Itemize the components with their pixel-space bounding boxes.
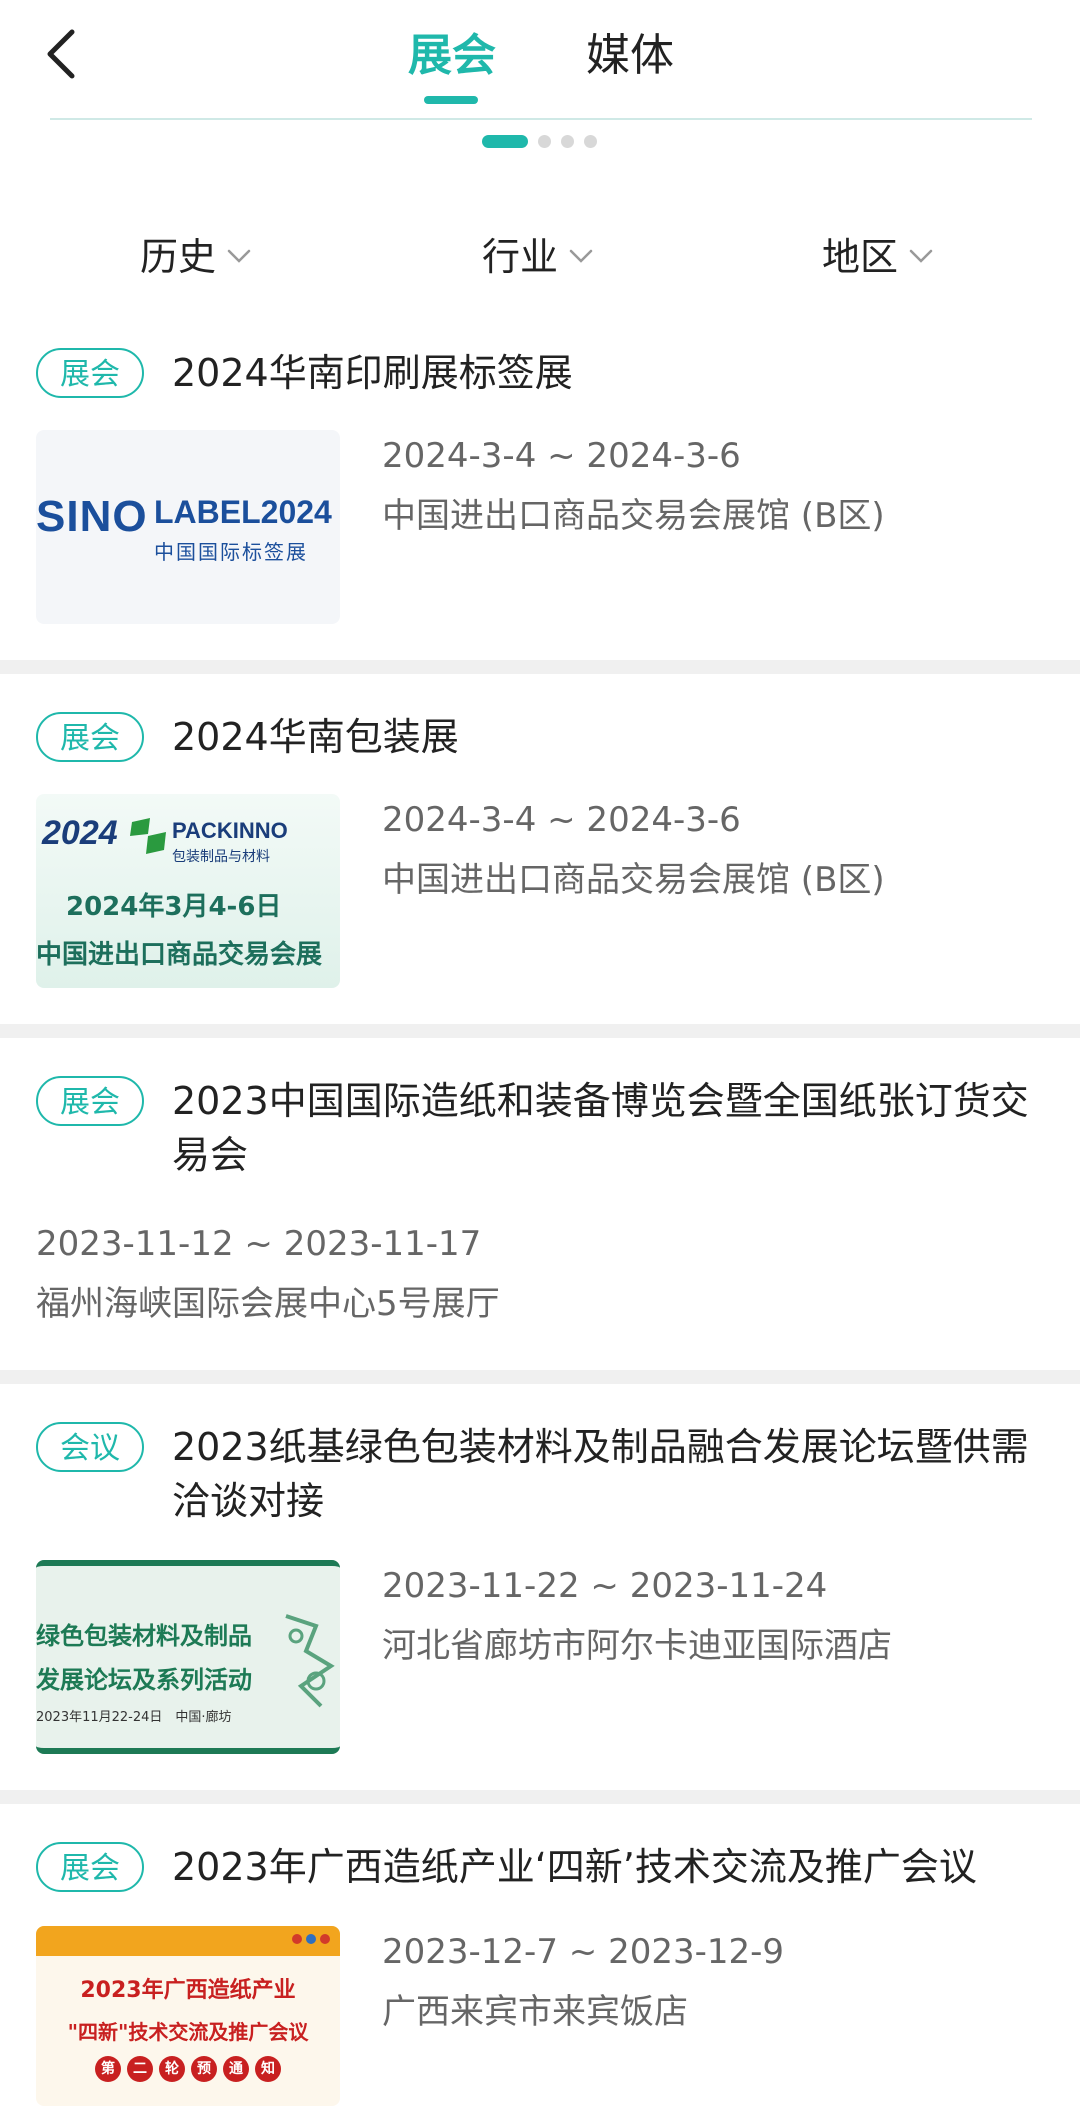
thumb-year: 2024 — [42, 814, 118, 852]
notice-chip: 二 — [127, 2056, 153, 2082]
card-separator — [0, 1790, 1080, 1804]
page-dot — [538, 134, 551, 148]
event-date: 2023-11-12 ~ 2023-11-17 — [36, 1224, 482, 1264]
back-button[interactable] — [40, 22, 84, 86]
event-venue: 中国进出口商品交易会展馆 (B区) — [382, 496, 885, 536]
packinno-logo-icon — [130, 818, 166, 854]
event-date: 2023-12-7 ~ 2023-12-9 — [382, 1932, 785, 1972]
top-bar: 展会 媒体 — [0, 0, 1080, 148]
event-date: 2024-3-4 ~ 2024-3-6 — [382, 800, 741, 840]
filter-region[interactable]: 地区 — [822, 222, 934, 284]
page-dot — [561, 134, 574, 148]
event-title: 2023中国国际造纸和装备博览会暨全国纸张订货交易会 — [172, 1079, 1029, 1177]
card-separator — [0, 1370, 1080, 1384]
event-title: 2023年广西造纸产业‘四新’技术交流及推广会议 — [172, 1845, 977, 1889]
event-thumbnail: SINO LABEL2024 中国国际标签展 — [36, 430, 340, 624]
header-divider — [50, 118, 1032, 120]
chevron-down-icon — [569, 249, 593, 263]
thumb-brand: PACKINNO — [172, 818, 288, 843]
filter-label: 地区 — [822, 234, 899, 279]
chevron-down-icon — [227, 249, 251, 263]
card-separator — [0, 660, 1080, 674]
notice-chip: 轮 — [159, 2056, 185, 2082]
notice-chip: 预 — [191, 2056, 217, 2082]
city-map-graphic-icon — [285, 1614, 335, 1708]
event-thumbnail: 绿色包装材料及制品 发展论坛及系列活动 2023年11月22-24日 中国·廊坊 — [36, 1560, 340, 1754]
thumb-subtitle: 中国国际标签展 — [154, 540, 308, 564]
event-card[interactable]: 展会 2023中国国际造纸和装备博览会暨全国纸张订货交易会 2023-11-12… — [0, 1038, 1080, 1370]
thumb-place: 中国进出口商品交易会展 — [36, 940, 323, 970]
thumb-brand-right: LABEL2024 — [154, 494, 332, 530]
thumb-line2: "四新"技术交流及推广会议 — [67, 2020, 309, 2044]
chevron-left-icon — [47, 29, 75, 79]
event-thumbnail: 2024 PACKINNO 包装制品与材料 2024年3月4-6日 中国进出口商… — [36, 794, 340, 988]
event-type-badge: 展会 — [36, 1842, 144, 1892]
event-title: 2024华南包装展 — [172, 715, 459, 759]
filter-industry[interactable]: 行业 — [482, 222, 594, 284]
thumb-dates: 2024年3月4-6日 — [66, 892, 282, 922]
event-venue: 中国进出口商品交易会展馆 (B区) — [382, 860, 885, 900]
thumb-notice-row: 第 二 轮 预 通 知 — [36, 2056, 340, 2082]
event-title: 2024华南印刷展标签展 — [172, 351, 573, 395]
page-indicator — [482, 134, 597, 148]
filter-label: 历史 — [140, 234, 217, 279]
notice-chip: 知 — [255, 2056, 281, 2082]
card-separator — [0, 1024, 1080, 1038]
event-venue: 河北省廊坊市阿尔卡迪亚国际酒店 — [382, 1626, 892, 1666]
notice-chip: 第 — [95, 2056, 121, 2082]
thumb-brand-sub: 包装制品与材料 — [172, 849, 270, 865]
event-date: 2024-3-4 ~ 2024-3-6 — [382, 436, 741, 476]
event-title: 2023纸基绿色包装材料及制品融合发展论坛暨供需洽谈对接 — [172, 1425, 1029, 1523]
active-tab-indicator — [424, 96, 478, 104]
event-card[interactable]: 展会 2023年广西造纸产业‘四新’技术交流及推广会议 2023年广西造纸产业 … — [0, 1804, 1080, 2106]
chevron-down-icon — [909, 249, 933, 263]
filter-history[interactable]: 历史 — [140, 222, 252, 284]
event-venue: 广西来宾市来宾饭店 — [382, 1992, 688, 2032]
filter-bar: 历史 行业 地区 — [0, 222, 1080, 284]
event-date: 2023-11-22 ~ 2023-11-24 — [382, 1566, 828, 1606]
page-dot-active — [482, 134, 528, 148]
event-thumbnail: 2023年广西造纸产业 "四新"技术交流及推广会议 第 二 轮 预 通 知 — [36, 1926, 340, 2106]
event-type-badge: 展会 — [36, 1076, 144, 1126]
tab-media[interactable]: 媒体 — [586, 28, 674, 84]
thumb-line3: 2023年11月22-24日 中国·廊坊 — [36, 1710, 232, 1725]
event-type-badge: 展会 — [36, 712, 144, 762]
thumb-brand-left: SINO — [36, 492, 148, 541]
notice-chip: 通 — [223, 2056, 249, 2082]
thumb-top-band — [36, 1926, 340, 1956]
event-type-badge: 会议 — [36, 1422, 144, 1472]
event-card[interactable]: 会议 2023纸基绿色包装材料及制品融合发展论坛暨供需洽谈对接 绿色包装材料及制… — [0, 1384, 1080, 1790]
thumb-line1: 绿色包装材料及制品 — [36, 1622, 252, 1650]
event-venue: 福州海峡国际会展中心5号展厅 — [36, 1284, 500, 1324]
tab-expo[interactable]: 展会 — [408, 28, 496, 84]
page-dot — [584, 134, 597, 148]
thumb-line2: 发展论坛及系列活动 — [36, 1666, 252, 1694]
event-card[interactable]: 展会 2024华南印刷展标签展 SINO LABEL2024 中国国际标签展 2… — [0, 330, 1080, 660]
thumb-line1: 2023年广西造纸产业 — [80, 1978, 296, 2003]
event-card[interactable]: 展会 2024华南包装展 2024 PACKINNO 包装制品与材料 2024年… — [0, 674, 1080, 1024]
event-type-badge: 展会 — [36, 348, 144, 398]
filter-label: 行业 — [482, 234, 559, 279]
